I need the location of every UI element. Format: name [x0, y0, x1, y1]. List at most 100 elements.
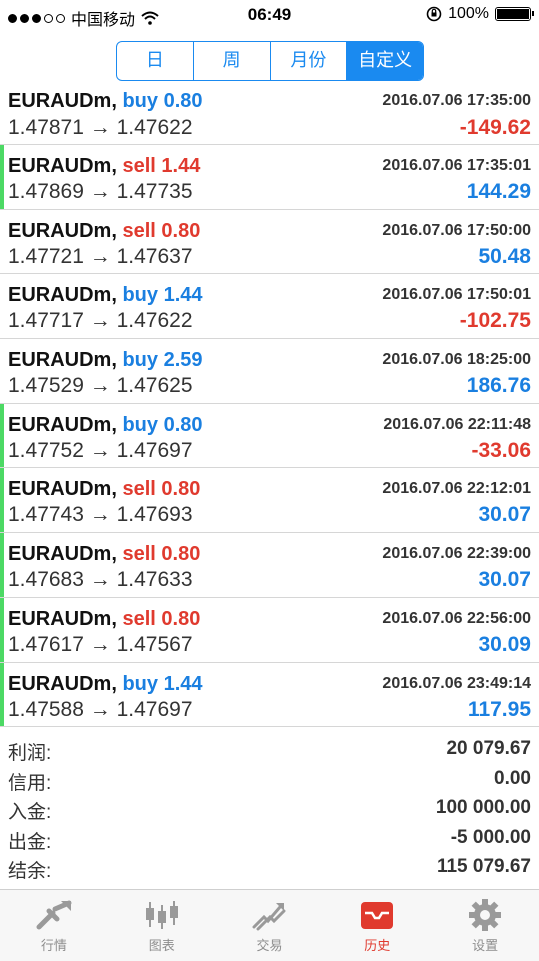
trade-time: 2016.07.06 17:35:01	[382, 157, 531, 174]
trade-symbol: EURAUDm, sell 1.44	[8, 155, 200, 178]
trade-row[interactable]: EURAUDm, buy 1.44 2016.07.06 17:50:01 1.47…	[0, 274, 539, 340]
trade-action: sell 1.44	[122, 155, 201, 177]
trade-symbol: EURAUDm, sell 0.80	[8, 543, 200, 566]
tab-quotes-label: 行情	[40, 938, 67, 953]
trade-profit: 144.29	[466, 180, 531, 203]
arrow-icon: →	[89, 503, 111, 527]
trade-action: sell 0.80	[122, 607, 201, 630]
trade-prices: 1.47588 → 1.47697	[8, 698, 193, 722]
orientation-lock-icon	[426, 6, 442, 22]
trade-profit: -102.75	[459, 309, 531, 333]
trade-action: sell 0.80	[122, 478, 201, 501]
trade-close-price: 1.47637	[116, 244, 193, 268]
trade-symbol-name: EURAUDm,	[8, 155, 117, 177]
trade-row[interactable]: EURAUDm, sell 1.44 2016.07.06 17:35:01 1.4…	[0, 145, 539, 210]
trade-profit: 30.07	[478, 568, 531, 592]
trade-symbol-name: EURAUDm,	[8, 478, 117, 501]
trade-prices: 1.47752 → 1.47697	[8, 439, 193, 463]
settings-icon	[469, 899, 502, 931]
tab-settings-label: 设置	[472, 938, 499, 953]
trade-symbol: EURAUDm, buy 0.80	[8, 414, 203, 437]
trade-symbol: EURAUDm, sell 0.80	[8, 220, 200, 243]
arrow-icon: →	[89, 180, 111, 203]
chart-icon	[145, 901, 178, 929]
tab-quotes[interactable]: 行情	[0, 890, 108, 961]
trade-close-price: 1.47622	[116, 116, 193, 139]
trade-action: sell 0.80	[122, 543, 201, 566]
trade-row[interactable]: EURAUDm, sell 0.80 2016.07.06 17:50:00 1.4…	[0, 210, 539, 275]
arrow-icon: →	[89, 632, 111, 656]
trade-profit: 50.48	[478, 244, 531, 268]
trade-row[interactable]: EURAUDm, sell 0.80 2016.07.06 22:39:00 1.4…	[0, 533, 539, 598]
period-tab-month[interactable]: 月份	[271, 42, 348, 80]
trade-action: buy 0.80	[122, 413, 203, 436]
trade-action: buy 1.44	[122, 672, 203, 695]
trade-close-price: 1.47625	[116, 374, 193, 398]
trade-row[interactable]: EURAUDm, sell 0.80 2016.07.06 22:12:01 1.4…	[0, 468, 539, 534]
arrow-icon: →	[89, 244, 111, 268]
trade-time: 2016.07.06 18:25:00	[382, 351, 531, 369]
tab-trade[interactable]: 交易	[216, 890, 324, 961]
trade-symbol-name: EURAUDm,	[8, 219, 117, 242]
trade-time: 2016.07.06 22:39:00	[382, 545, 531, 563]
trade-close-price: 1.47697	[116, 438, 193, 462]
period-tab-week[interactable]: 周	[194, 42, 271, 80]
trade-profit: 30.07	[478, 503, 531, 527]
trade-open-price: 1.47721	[8, 244, 84, 268]
trade-close-price: 1.47735	[116, 180, 193, 203]
summary-value: 100 000.00	[435, 797, 531, 818]
bottom-tab-bar: 行情 图表 交易 历史 设置	[0, 889, 539, 961]
trade-profit: 117.95	[467, 697, 531, 721]
arrow-icon: →	[89, 568, 111, 592]
quotes-icon	[36, 900, 72, 930]
trade-close-price: 1.47567	[116, 632, 193, 656]
period-segmented-control: 日 周 月份 自定义	[116, 41, 424, 81]
trade-time: 2016.07.06 22:12:01	[382, 480, 531, 498]
trade-row[interactable]: EURAUDm, buy 1.44 2016.07.06 23:49:14 1.47…	[0, 662, 539, 728]
summary-label: 结余:	[8, 861, 52, 882]
trade-profit: -149.62	[459, 116, 531, 139]
trade-row[interactable]: EURAUDm, sell 0.80 2016.07.06 22:56:00 1.4…	[0, 597, 539, 663]
trade-symbol: EURAUDm, buy 1.44	[8, 284, 203, 307]
trade-symbol: EURAUDm, buy 2.59	[8, 349, 203, 372]
trade-symbol-name: EURAUDm,	[8, 349, 117, 372]
trade-time: 2016.07.06 17:50:01	[382, 286, 531, 304]
trade-row[interactable]: EURAUDm, buy 0.80 2016.07.06 17:35:00 1.47…	[0, 85, 539, 145]
summary-value: -5 000.00	[450, 826, 531, 848]
trade-symbol-name: EURAUDm,	[8, 284, 117, 307]
summary-label: 利润:	[8, 743, 52, 764]
trade-action: buy 1.44	[122, 284, 203, 307]
trade-time: 2016.07.06 22:11:48	[383, 415, 531, 433]
arrow-icon: →	[89, 374, 111, 398]
tab-settings[interactable]: 设置	[431, 890, 539, 961]
trade-profit: 30.09	[478, 632, 531, 656]
period-tab-day[interactable]: 日	[117, 42, 194, 80]
trade-time: 2016.07.06 17:35:00	[382, 92, 531, 109]
arrow-icon: →	[89, 309, 111, 333]
trade-profit: 186.76	[466, 374, 531, 398]
trade-close-price: 1.47622	[116, 309, 193, 333]
trade-action: sell 0.80	[122, 219, 201, 242]
period-tab-custom[interactable]: 自定义	[347, 42, 423, 80]
summary-label: 入金:	[8, 802, 52, 823]
summary-value: 20 079.67	[446, 738, 531, 759]
trade-close-price: 1.47693	[116, 503, 193, 527]
trade-time: 2016.07.06 22:56:00	[382, 609, 531, 627]
trade-prices: 1.47617 → 1.47567	[8, 633, 193, 657]
trade-time: 2016.07.06 17:50:00	[382, 221, 531, 239]
trade-prices: 1.47529 → 1.47625	[8, 374, 193, 398]
trade-row[interactable]: EURAUDm, buy 0.80 2016.07.06 22:11:48 1.47…	[0, 403, 539, 469]
trade-row[interactable]: EURAUDm, buy 2.59 2016.07.06 18:25:00 1.47…	[0, 339, 539, 404]
tab-chart[interactable]: 图表	[108, 890, 216, 961]
trade-open-price: 1.47683	[8, 568, 84, 592]
tab-chart-label: 图表	[148, 938, 175, 953]
trade-symbol-name: EURAUDm,	[8, 543, 117, 566]
trade-history-list: EURAUDm, buy 0.80 2016.07.06 17:35:00 1.47…	[0, 85, 539, 728]
trade-prices: 1.47869 → 1.47735	[8, 180, 193, 204]
trade-action: buy 2.59	[122, 349, 203, 372]
trade-symbol: EURAUDm, buy 0.80	[8, 90, 203, 113]
tab-history[interactable]: 历史	[323, 890, 431, 961]
summary-label: 信用:	[8, 772, 52, 794]
trade-prices: 1.47683 → 1.47633	[8, 568, 193, 592]
summary-row: 出金: -5 000.00	[0, 825, 539, 855]
